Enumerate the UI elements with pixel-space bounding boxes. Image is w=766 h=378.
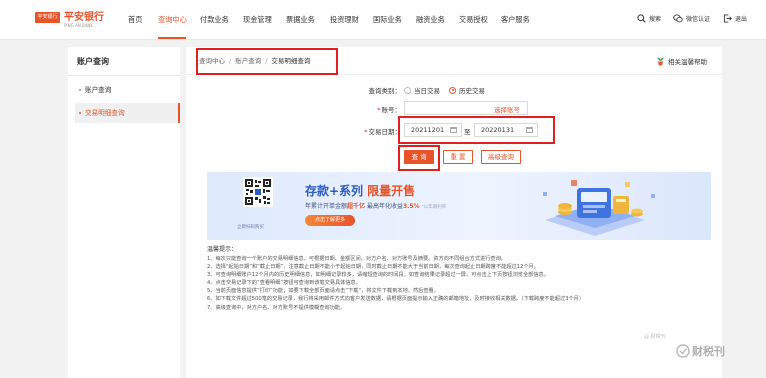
radio-circle-selected (449, 86, 456, 94)
nav-home[interactable]: 首页 (128, 15, 142, 25)
tips-title: 温馨提示： (207, 246, 238, 253)
nav-financing[interactable]: 融资业务 (416, 15, 445, 25)
promo-title-main: 存款+系列 (305, 184, 364, 198)
promo-sub-mid: 最高年化收益 (366, 203, 403, 210)
radio-today[interactable]: 当日交易 (404, 85, 440, 95)
watermark-text: 财税刊 (692, 345, 725, 358)
required-mark: * (364, 128, 368, 136)
watermark-logo-icon (676, 344, 690, 358)
tip-item: 4、点击交易记录下的“查看明细”按钮可查询到该笔交易具体信息。 (207, 280, 361, 287)
sidebar-item-label: 账户查询 (85, 86, 112, 94)
radio-history-label: 历史交易 (459, 87, 485, 95)
query-type-label: 查询类别： (368, 87, 402, 95)
wechat-tool[interactable]: 微信认证 (673, 14, 710, 23)
select-account-link[interactable]: 选择账号 (494, 104, 520, 114)
nav-authorization[interactable]: 交易授权 (459, 15, 488, 25)
logo-subtitle: PING AN BANK (64, 23, 94, 28)
wechat-label: 微信认证 (686, 16, 711, 23)
tip-item: 1、每次只能查询一个账户的交易明细信息，可根据日期、金额区间、对方户名、对方账号… (207, 256, 506, 262)
promo-learn-more-button[interactable]: 点击了解更多 (305, 215, 355, 226)
promo-title-highlight: 限量开售 (367, 184, 416, 198)
qr-caption: 立即扫码购买 (237, 225, 264, 230)
nav-cash-management[interactable]: 现金管理 (243, 15, 272, 25)
promo-banner[interactable]: 立即扫码购买 存款+系列 限量开售 年累计开单金额超千亿 最高年化收益3.5% *… (207, 172, 711, 240)
wechat-icon (673, 14, 683, 23)
radio-circle (404, 86, 411, 94)
logout-label: 退出 (735, 16, 748, 23)
reset-button[interactable]: 重 置 (443, 150, 473, 164)
calendar-icon[interactable] (526, 127, 533, 133)
logout-tool[interactable]: 退出 (723, 14, 747, 23)
date-to-value: 20220131 (481, 126, 515, 134)
search-label: 搜索 (649, 16, 662, 23)
nav-investment[interactable]: 投资理财 (330, 15, 359, 25)
promo-sub-note: *以年期利率 (421, 205, 447, 210)
promo-sub-rate: 3.5% (402, 203, 420, 210)
sidebar-divider (68, 75, 180, 76)
plant-icon (657, 57, 664, 66)
bullet-icon (79, 112, 81, 114)
promo-sub-prefix: 年累计开单金额 (305, 203, 348, 210)
logout-icon (723, 14, 732, 23)
tip-item: 5、当前页面信息提供“打印”功能；如要下载全部页面请点击“下载”，将文件下载到本… (207, 288, 439, 295)
promo-title: 存款+系列 限量开售 (305, 182, 415, 199)
date-from-input[interactable]: 20211201 (404, 123, 462, 137)
nav-payment[interactable]: 付款业务 (200, 15, 229, 25)
nav-customer-service[interactable]: 客户服务 (501, 15, 530, 25)
radio-today-label: 当日交易 (414, 87, 440, 95)
promo-sub-amount: 超千亿 (347, 203, 366, 210)
help-link-label: 相关温馨帮助 (668, 58, 707, 66)
date-label: *交易日期： (341, 126, 401, 136)
bullet-icon (79, 89, 81, 91)
promo-subtitle: 年累计开单金额超千亿 最高年化收益3.5% *以年期利率 (305, 201, 446, 210)
qr-code-icon (245, 179, 271, 205)
tips-section: 温馨提示： 1、每次只能查询一个账户的交易明细信息，可根据日期、金额区间、对方户… (207, 244, 717, 312)
search-icon (637, 14, 646, 23)
radio-history[interactable]: 历史交易 (449, 85, 485, 95)
date-range-separator: 至 (464, 128, 471, 136)
date-label-text: 交易日期： (368, 128, 402, 136)
watermark-small: @ 财税刊 (644, 334, 666, 340)
logo-badge: 平安银行 (35, 12, 60, 23)
sidebar: 账户查询 账户查询 交易明细查询 (68, 47, 180, 378)
calendar-icon[interactable] (450, 127, 457, 133)
tip-item: 3、可查询明细账户12个月内的历史明细信息，如明细记录较多，请缩短查询的时间段，… (207, 272, 549, 279)
qr-code (243, 177, 273, 207)
required-mark: * (377, 106, 381, 114)
sidebar-title: 账户查询 (77, 57, 109, 66)
sidebar-item-account-query[interactable]: 账户查询 (75, 80, 180, 100)
nav-bills[interactable]: 票据业务 (286, 15, 315, 25)
query-button[interactable]: 查 询 (404, 150, 434, 164)
top-navigation-bar: 平安银行 平安银行 PING AN BANK 首页 查询中心 付款业务 现金管理… (0, 0, 766, 40)
logo-name: 平安银行 (64, 12, 104, 23)
tip-item: 7、高级查询中，对方户名、对方账号不提供模糊查询功能。 (207, 304, 346, 311)
savings-illustration-icon (543, 180, 655, 236)
tip-item: 2、选择“起始日期”和“截止日期”，注意截止日期不能小于起始日期，同时截止日期不… (207, 264, 539, 271)
breadcrumb-highlight-box (196, 48, 338, 75)
help-link[interactable]: 相关温馨帮助 (656, 56, 707, 66)
account-label: *账号： (341, 104, 401, 114)
logo-text: 平安银行 PING AN BANK (64, 12, 104, 29)
main-panel: 查询中心 / 账户查询 / 交易明细查询 相关温馨帮助 查询类别： 当日交易 历史交易 … (186, 47, 722, 378)
date-to-input[interactable]: 20220131 (474, 123, 538, 137)
tip-item: 6、如下载文件超过500笔的交易记录，我行将采用邮件方式向客户发送数据，请根据页… (207, 296, 585, 303)
account-label-text: 账号： (381, 106, 402, 114)
sidebar-item-label: 交易明细查询 (85, 109, 125, 117)
search-tool[interactable]: 搜索 (637, 14, 661, 23)
active-nav-indicator (158, 37, 186, 39)
date-from-value: 20211201 (411, 126, 445, 134)
nav-query-center[interactable]: 查询中心 (158, 15, 187, 25)
nav-international[interactable]: 国际业务 (373, 15, 402, 25)
sidebar-item-transaction-detail[interactable]: 交易明细查询 (75, 103, 180, 123)
advanced-query-button[interactable]: 高级查询 (481, 150, 521, 164)
watermark: @ 财税刊 财税刊 (640, 330, 760, 370)
bank-logo[interactable]: 平安银行 平安银行 PING AN BANK (35, 12, 104, 29)
